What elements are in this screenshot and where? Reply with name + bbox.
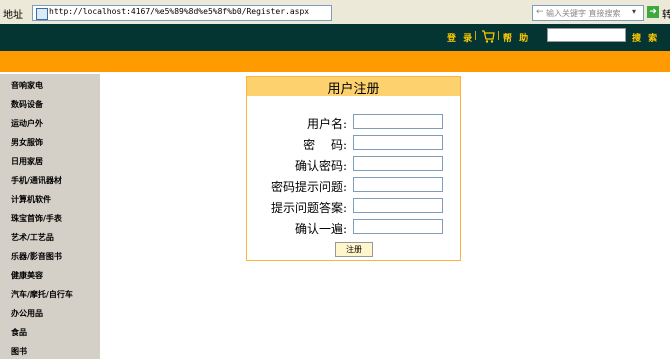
register-button[interactable]: 注册 [335,242,373,257]
sidebar-item[interactable]: 健康美容 [11,270,43,281]
sidebar-item[interactable]: 食品 [11,327,27,338]
sidebar-item[interactable]: 数码设备 [11,99,43,110]
address-label: 地址 [3,10,23,21]
register-panel: 用户注册 用户名: 密 码: 确认密码: 密码提示问题: 提示问题答案: 确认一… [246,76,461,261]
sidebar-item[interactable]: 手机/通讯器材 [11,175,62,186]
shopping-cart-icon[interactable] [481,28,495,44]
confirm-again-field[interactable] [353,219,443,234]
username-field[interactable] [353,114,443,129]
back-arrow-icon: ← [536,7,544,17]
go-button-label[interactable]: 转 [662,6,670,21]
address-input[interactable]: http://localhost:4167/%e5%89%8d%e5%8f%b0… [32,5,332,21]
separator: | [474,31,478,41]
sidebar-item[interactable]: 珠宝首饰/手表 [11,213,62,224]
security-question-field[interactable] [353,177,443,192]
sidebar-item[interactable]: 计算机软件 [11,194,51,205]
sidebar-item[interactable]: 运动户外 [11,118,43,129]
password-field[interactable] [353,135,443,150]
browser-search-input[interactable]: ← 输入关键字 直接搜索 ▾ [532,5,644,21]
help-link[interactable]: 帮 助 [503,31,530,44]
sidebar-item[interactable]: 艺术/工艺品 [11,232,54,243]
password-label: 密 码: [303,138,347,152]
security-answer-field[interactable] [353,198,443,213]
chevron-down-icon[interactable]: ▾ [632,7,636,16]
go-arrow-icon[interactable]: ➜ [647,6,659,18]
register-title-bar: 用户注册 [247,77,460,97]
confirm-password-label: 确认密码: [294,159,347,173]
sidebar-item[interactable]: 男女服饰 [11,137,43,148]
page-icon [36,8,48,20]
sidebar-item[interactable]: 乐器/影音图书 [11,251,62,262]
register-title: 用户注册 [327,82,380,97]
sidebar-item[interactable]: 办公用品 [11,308,43,319]
security-answer-label: 提示问题答案: [270,201,347,215]
site-header: 登 录 | | 帮 助 搜 索 [0,24,670,51]
header-search-input[interactable] [547,28,626,42]
browser-address-bar: 地址 http://localhost:4167/%e5%89%8d%e5%8f… [0,0,670,25]
header-search-button[interactable]: 搜 索 [632,31,659,44]
separator: | [497,31,501,41]
sidebar-item[interactable]: 图书 [11,346,27,357]
browser-search-placeholder: 输入关键字 直接搜索 [546,9,621,18]
username-label: 用户名: [306,117,347,131]
confirm-again-label: 确认一遍: [294,222,347,236]
confirm-password-field[interactable] [353,156,443,171]
sidebar-item[interactable]: 日用家居 [11,156,43,167]
security-question-label: 密码提示问题: [270,180,347,194]
login-link[interactable]: 登 录 [447,31,474,44]
category-sidebar: 音响家电 数码设备 运动户外 男女服饰 日用家居 手机/通讯器材 计算机软件 珠… [0,74,100,359]
sidebar-item[interactable]: 音响家电 [11,80,43,91]
nav-band [0,51,670,72]
sidebar-item[interactable]: 汽车/摩托/自行车 [11,289,73,300]
address-url: http://localhost:4167/%e5%89%8d%e5%8f%b0… [49,7,310,16]
